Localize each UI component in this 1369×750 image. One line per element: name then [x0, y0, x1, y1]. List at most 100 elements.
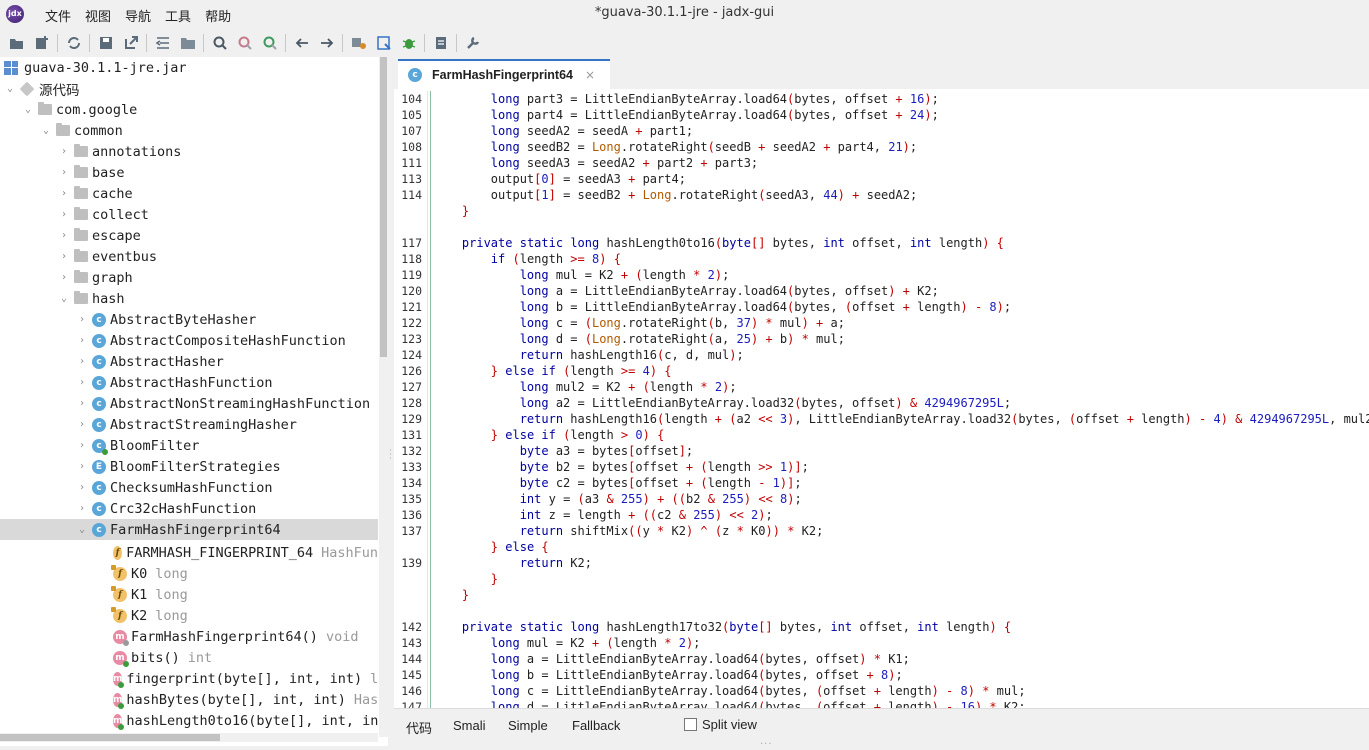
- tree-package-common[interactable]: ⌄ common: [0, 120, 378, 141]
- tab-fallback[interactable]: Fallback: [572, 718, 620, 733]
- package-icon: [74, 165, 88, 178]
- log-icon[interactable]: [430, 32, 452, 54]
- tab-farmhashfingerprint64[interactable]: c FarmHashFingerprint64 ×: [398, 59, 610, 89]
- chevron-down-icon[interactable]: ⌄: [76, 524, 88, 536]
- scrollbar-thumb[interactable]: [380, 57, 387, 357]
- tree-source-node[interactable]: ⌄ 源代码: [0, 78, 378, 99]
- export-icon[interactable]: [120, 32, 142, 54]
- menu-help[interactable]: 帮助: [198, 4, 238, 27]
- chevron-right-icon[interactable]: ›: [58, 251, 70, 263]
- line-number: 133: [401, 460, 422, 474]
- chevron-right-icon[interactable]: ›: [58, 146, 70, 158]
- split-view-toggle[interactable]: Split view: [684, 717, 757, 732]
- close-icon[interactable]: ×: [585, 68, 595, 82]
- tree-member-item[interactable]: m bits() int: [0, 647, 378, 668]
- tree-package-escape[interactable]: › escape: [0, 225, 378, 246]
- chevron-right-icon[interactable]: ›: [76, 482, 88, 494]
- toolbar-separator: [456, 34, 457, 52]
- code-editor[interactable]: 104 long part3 = LittleEndianByteArray.l…: [394, 91, 1369, 708]
- search-usage-icon[interactable]: [259, 32, 281, 54]
- chevron-right-icon[interactable]: ›: [58, 272, 70, 284]
- chevron-right-icon[interactable]: ›: [58, 167, 70, 179]
- tree-package-graph[interactable]: › graph: [0, 267, 378, 288]
- scrollbar-thumb[interactable]: [0, 734, 220, 741]
- tree-class-item[interactable]: › c AbstractStreamingHasher: [0, 414, 378, 435]
- chevron-right-icon[interactable]: ›: [76, 440, 88, 452]
- tree-package-cache[interactable]: › cache: [0, 183, 378, 204]
- chevron-down-icon[interactable]: ⌄: [22, 104, 34, 116]
- tree-class-item[interactable]: › c AbstractCompositeHashFunction: [0, 330, 378, 351]
- chevron-right-icon[interactable]: ›: [76, 335, 88, 347]
- tree-member-item[interactable]: f K1 long: [0, 584, 378, 605]
- tree-member-item[interactable]: m hashLength0to16(byte[], int, in: [0, 710, 378, 731]
- tree-root-jar[interactable]: guava-30.1.1-jre.jar: [0, 57, 378, 78]
- tab-code[interactable]: 代码: [406, 718, 432, 737]
- chevron-down-icon[interactable]: ⌄: [4, 83, 16, 95]
- tree-vertical-scrollbar[interactable]: [379, 57, 388, 737]
- chevron-right-icon[interactable]: ›: [58, 209, 70, 221]
- sync-tree-icon[interactable]: [152, 32, 174, 54]
- menu-tools[interactable]: 工具: [158, 4, 198, 27]
- tree-class-item[interactable]: › c Crc32cHashFunction: [0, 498, 378, 519]
- tree-member-item[interactable]: m fingerprint(byte[], int, int) l: [0, 668, 378, 689]
- back-icon[interactable]: [291, 32, 313, 54]
- chevron-down-icon[interactable]: ⌄: [58, 293, 70, 305]
- tree-member-item[interactable]: f FARMHASH_FINGERPRINT_64 HashFun: [0, 542, 378, 563]
- tree-package-collect[interactable]: › collect: [0, 204, 378, 225]
- folder-icon[interactable]: [177, 32, 199, 54]
- tree-class-item[interactable]: › c AbstractHasher: [0, 351, 378, 372]
- tree-horizontal-scrollbar[interactable]: [0, 733, 378, 742]
- tree-class-item[interactable]: › c AbstractByteHasher: [0, 309, 378, 330]
- tree-package-hash[interactable]: ⌄ hash: [0, 288, 378, 309]
- tree-package-base[interactable]: › base: [0, 162, 378, 183]
- chevron-right-icon[interactable]: ›: [76, 377, 88, 389]
- chevron-right-icon[interactable]: ›: [76, 503, 88, 515]
- chevron-right-icon[interactable]: ›: [76, 398, 88, 410]
- chevron-right-icon[interactable]: ›: [76, 356, 88, 368]
- editor-tab-bar: c FarmHashFingerprint64 ×: [394, 57, 1369, 89]
- menu-navigate[interactable]: 导航: [118, 4, 158, 27]
- tree-class-item[interactable]: › c AbstractHashFunction: [0, 372, 378, 393]
- debug-icon[interactable]: [398, 32, 420, 54]
- chevron-right-icon[interactable]: ›: [76, 419, 88, 431]
- preferences-icon[interactable]: [462, 32, 484, 54]
- tree-package-com-google[interactable]: ⌄ com.google: [0, 99, 378, 120]
- chevron-right-icon[interactable]: ›: [58, 230, 70, 242]
- chevron-right-icon[interactable]: ›: [58, 188, 70, 200]
- tree-class-item[interactable]: › E BloomFilterStrategies: [0, 456, 378, 477]
- tree-package-annotations[interactable]: › annotations: [0, 141, 378, 162]
- settings-icon[interactable]: [348, 32, 370, 54]
- search-icon[interactable]: [209, 32, 231, 54]
- tree-class-item[interactable]: › c BloomFilter: [0, 435, 378, 456]
- tree-member-item[interactable]: m FarmHashFingerprint64() void: [0, 626, 378, 647]
- chevron-right-icon[interactable]: ›: [76, 314, 88, 326]
- project-tree[interactable]: guava-30.1.1-jre.jar ⌄ 源代码 ⌄ com.google …: [0, 57, 390, 746]
- enum-icon: E: [92, 459, 106, 474]
- tree-class-item[interactable]: › c AbstractNonStreamingHashFunction: [0, 393, 378, 414]
- code-line: 139 return K2;: [394, 555, 1369, 571]
- split-view-checkbox[interactable]: [684, 718, 697, 731]
- chevron-down-icon[interactable]: ⌄: [40, 125, 52, 137]
- menu-view[interactable]: 视图: [78, 4, 118, 27]
- save-icon[interactable]: [95, 32, 117, 54]
- open-file-icon[interactable]: [6, 32, 28, 54]
- tree-member-label: bits(): [131, 649, 180, 666]
- deobfuscation-icon[interactable]: [373, 32, 395, 54]
- line-number: 105: [401, 108, 422, 122]
- code-line: 119 long mul = K2 + (length * 2);: [394, 267, 1369, 283]
- tree-class-item[interactable]: › c ChecksumHashFunction: [0, 477, 378, 498]
- tree-member-item[interactable]: m hashBytes(byte[], int, int) Has: [0, 689, 378, 710]
- add-files-icon[interactable]: [31, 32, 53, 54]
- search-class-icon[interactable]: [234, 32, 256, 54]
- tree-package-eventbus[interactable]: › eventbus: [0, 246, 378, 267]
- chevron-right-icon[interactable]: ›: [76, 461, 88, 473]
- tab-smali[interactable]: Smali: [453, 718, 486, 733]
- tab-simple[interactable]: Simple: [508, 718, 548, 733]
- menu-file[interactable]: 文件: [38, 4, 78, 27]
- tree-member-item[interactable]: f K0 long: [0, 563, 378, 584]
- resize-grip-icon[interactable]: ···: [760, 739, 773, 750]
- sync-icon[interactable]: [63, 32, 85, 54]
- tree-member-item[interactable]: f K2 long: [0, 605, 378, 626]
- tree-class-item[interactable]: ⌄ c FarmHashFingerprint64: [0, 519, 378, 540]
- forward-icon[interactable]: [316, 32, 338, 54]
